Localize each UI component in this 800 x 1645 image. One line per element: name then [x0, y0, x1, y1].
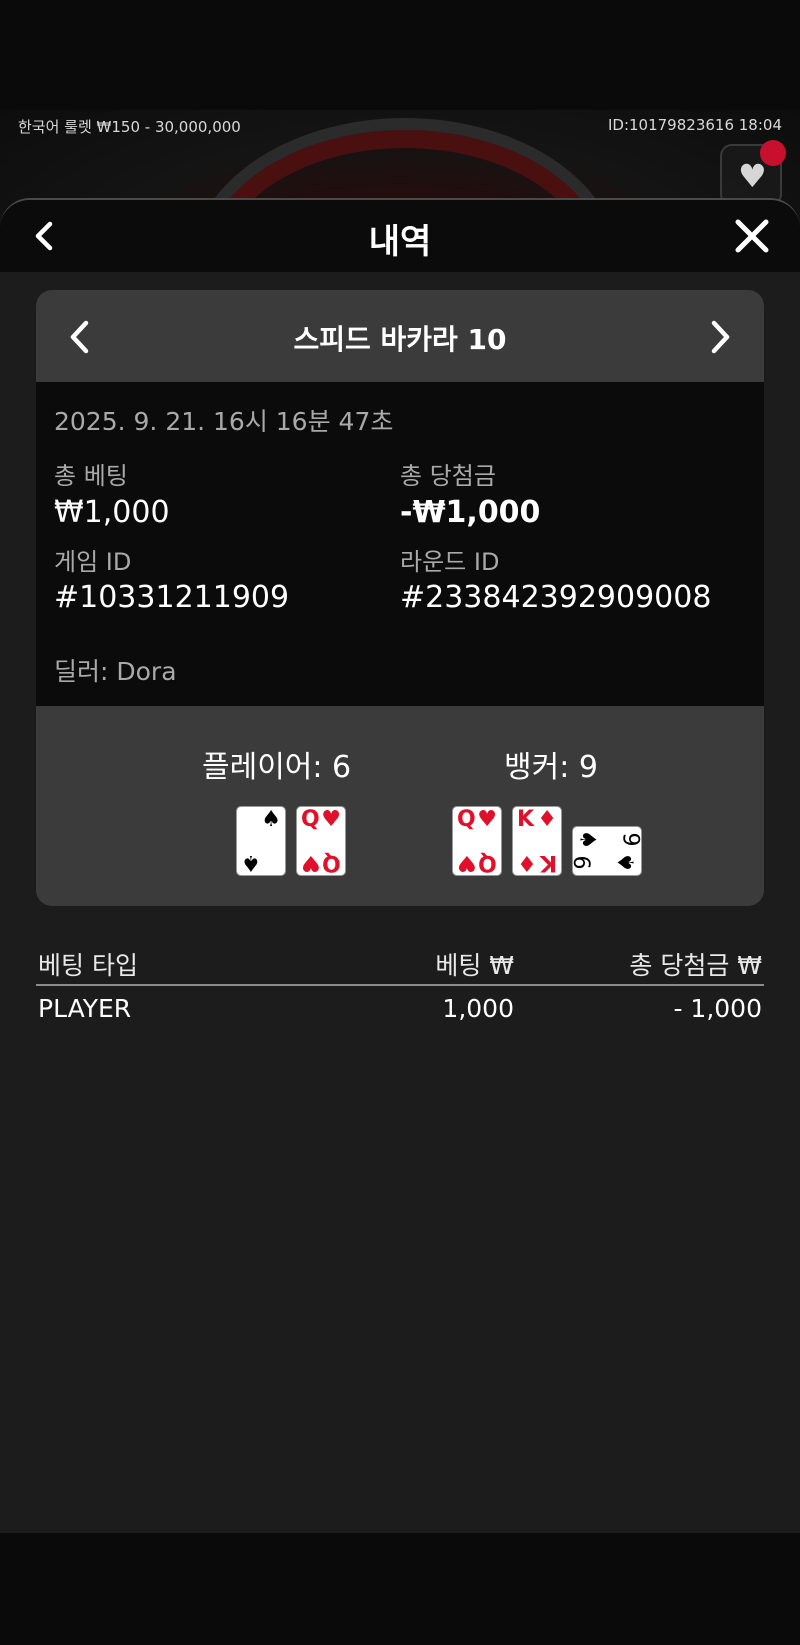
game-name: 스피드 바카라 10 — [293, 323, 507, 356]
session-id-time: ID:10179823616 18:04 — [607, 116, 782, 134]
game-nav-header: 스피드 바카라 10 — [36, 290, 764, 382]
bet-type-cell: PLAYER — [38, 994, 132, 1023]
player-card-2: Q ♥ ♥ Q — [296, 806, 346, 876]
banker-card-2: K ♦ ♦ K — [512, 806, 562, 876]
heart-suit-icon: ♥ — [477, 807, 497, 832]
sheet-title: 내역 — [368, 222, 432, 262]
game-datetime: 2025. 9. 21. 16시 16분 47초 — [54, 407, 394, 436]
banker-score: 뱅커: 9 — [504, 750, 598, 785]
bet-amount-cell: 1,000 — [442, 994, 514, 1023]
game-id-value: #10331211909 — [54, 580, 290, 615]
table-limits-info: 한국어 룰렛 ₩150 - 30,000,000 — [18, 118, 241, 136]
next-game-chevron-icon[interactable] — [708, 318, 734, 356]
total-win-cell: - 1,000 — [673, 994, 762, 1023]
spade-suit-icon: ♠ — [574, 829, 600, 850]
round-id-label: 라운드 ID — [400, 548, 500, 576]
total-win-value: -₩1,000 — [400, 495, 541, 530]
sheet-header: 내역 — [0, 200, 800, 272]
total-bet-label: 총 베팅 — [54, 462, 128, 490]
heart-icon: ♥ — [738, 157, 767, 195]
round-result-section: 플레이어: 6 뱅커: 9 6 ♠ ♠ 6 Q ♥ ♥ Q Q ♥ ♥ Q K … — [36, 706, 764, 906]
player-card-1: 6 ♠ ♠ 6 — [236, 806, 286, 876]
col-total-win: 총 당첨금 ₩ — [629, 951, 762, 980]
bets-table-header: 베팅 타입 베팅 ₩ 총 당첨금 ₩ — [36, 936, 764, 986]
total-bet-value: ₩1,000 — [54, 495, 170, 530]
col-bet-type: 베팅 타입 — [38, 951, 138, 980]
col-bet-amount: 베팅 ₩ — [435, 951, 514, 980]
player-score: 플레이어: 6 — [202, 750, 352, 785]
spade-suit-icon: ♠ — [261, 807, 281, 832]
notification-dot — [760, 140, 786, 166]
game-id-label: 게임 ID — [54, 548, 132, 576]
banker-card-1: Q ♥ ♥ Q — [452, 806, 502, 876]
game-info-section: 2025. 9. 21. 16시 16분 47초 총 베팅 ₩1,000 총 당… — [36, 382, 764, 706]
game-detail-card: 스피드 바카라 10 2025. 9. 21. 16시 16분 47초 총 베팅… — [36, 290, 764, 906]
favorites-button[interactable]: ♥ — [720, 140, 786, 206]
diamond-suit-icon: ♦ — [537, 807, 557, 832]
bets-table: 베팅 타입 베팅 ₩ 총 당첨금 ₩ PLAYER 1,000 - 1,000 — [36, 936, 764, 1034]
round-id-value: #233842392909008 — [400, 580, 712, 615]
close-icon[interactable] — [734, 218, 770, 254]
dealer-name: 딜러: Dora — [54, 657, 177, 686]
table-row: PLAYER 1,000 - 1,000 — [36, 986, 764, 1034]
heart-suit-icon: ♥ — [321, 807, 341, 832]
history-sheet: 내역 스피드 바카라 10 2025. 9. 21. 16시 16분 47초 총… — [0, 198, 800, 1533]
banker-card-3-sideways: ♠ 9 9 ♠ — [571, 826, 643, 876]
total-win-label: 총 당첨금 — [400, 462, 496, 490]
